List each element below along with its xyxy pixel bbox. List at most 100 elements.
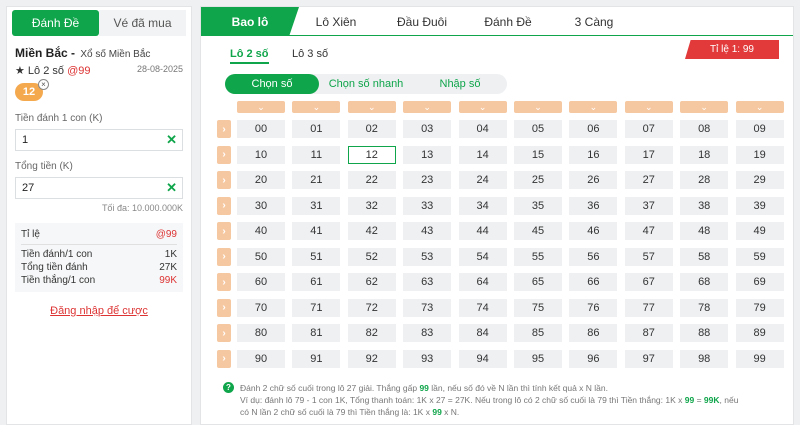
number-cell[interactable]: 44 bbox=[458, 222, 507, 240]
number-cell[interactable]: 79 bbox=[735, 298, 784, 317]
number-cell[interactable]: 14 bbox=[458, 145, 507, 164]
tab-lo-3-so[interactable]: Lô 3 số bbox=[292, 48, 328, 60]
row-select-button[interactable]: › bbox=[217, 273, 231, 291]
number-cell[interactable]: 38 bbox=[680, 196, 729, 215]
number-cell[interactable]: 75 bbox=[514, 298, 562, 317]
number-cell[interactable]: 00 bbox=[237, 120, 285, 138]
number-cell[interactable]: 95 bbox=[514, 349, 562, 368]
number-cell[interactable]: 65 bbox=[514, 273, 562, 291]
number-cell[interactable]: 24 bbox=[458, 171, 507, 189]
clear-amount-icon[interactable]: ✕ bbox=[166, 132, 177, 148]
number-cell[interactable]: 11 bbox=[292, 145, 341, 164]
number-cell[interactable]: 51 bbox=[292, 247, 341, 266]
number-cell[interactable]: 54 bbox=[458, 247, 507, 266]
number-cell[interactable]: 61 bbox=[292, 273, 341, 291]
row-select-button[interactable]: › bbox=[217, 349, 231, 368]
column-select-button[interactable]: ⌄ bbox=[403, 101, 452, 113]
number-cell[interactable]: 28 bbox=[680, 171, 729, 189]
number-cell[interactable]: 90 bbox=[237, 349, 285, 368]
number-cell[interactable]: 40 bbox=[237, 222, 285, 240]
number-cell[interactable]: 43 bbox=[403, 222, 452, 240]
number-cell[interactable]: 50 bbox=[237, 247, 285, 266]
row-select-button[interactable]: › bbox=[217, 145, 231, 164]
number-cell[interactable]: 73 bbox=[403, 298, 452, 317]
number-cell[interactable]: 01 bbox=[292, 120, 341, 138]
number-cell[interactable]: 89 bbox=[735, 324, 784, 342]
number-cell[interactable]: 13 bbox=[403, 145, 452, 164]
number-cell[interactable]: 47 bbox=[624, 222, 673, 240]
number-cell[interactable]: 41 bbox=[292, 222, 341, 240]
number-cell[interactable]: 84 bbox=[458, 324, 507, 342]
number-cell[interactable]: 21 bbox=[292, 171, 341, 189]
tab-3-cang[interactable]: 3 Càng bbox=[559, 7, 629, 36]
tab-dau-duoi[interactable]: Đầu Đuôi bbox=[387, 7, 457, 36]
number-cell[interactable]: 35 bbox=[514, 196, 562, 215]
number-cell[interactable]: 09 bbox=[735, 120, 784, 138]
tab-danh-de-right[interactable]: Đánh Đề bbox=[473, 7, 543, 36]
number-cell[interactable]: 03 bbox=[403, 120, 452, 138]
number-cell[interactable]: 05 bbox=[514, 120, 562, 138]
number-cell[interactable]: 17 bbox=[624, 145, 673, 164]
number-cell[interactable]: 39 bbox=[735, 196, 784, 215]
number-cell[interactable]: 58 bbox=[680, 247, 729, 266]
number-cell[interactable]: 08 bbox=[680, 120, 729, 138]
number-cell[interactable]: 66 bbox=[569, 273, 618, 291]
mode-nhap-so[interactable]: Nhập số bbox=[413, 74, 507, 94]
number-cell[interactable]: 46 bbox=[569, 222, 618, 240]
number-cell[interactable]: 62 bbox=[347, 273, 396, 291]
column-select-button[interactable]: ⌄ bbox=[680, 101, 729, 113]
mode-chon-so-nhanh[interactable]: Chọn số nhanh bbox=[319, 74, 413, 94]
number-cell[interactable]: 69 bbox=[735, 273, 784, 291]
number-cell[interactable]: 22 bbox=[347, 171, 396, 189]
number-cell[interactable]: 57 bbox=[624, 247, 673, 266]
total-input[interactable]: 27 ✕ bbox=[15, 177, 183, 199]
number-cell[interactable]: 68 bbox=[680, 273, 729, 291]
number-cell[interactable]: 04 bbox=[458, 120, 507, 138]
number-cell[interactable]: 48 bbox=[680, 222, 729, 240]
number-cell[interactable]: 63 bbox=[403, 273, 452, 291]
number-cell[interactable]: 34 bbox=[458, 196, 507, 215]
number-cell[interactable]: 10 bbox=[237, 145, 285, 164]
row-select-button[interactable]: › bbox=[217, 120, 231, 138]
number-cell[interactable]: 83 bbox=[403, 324, 452, 342]
column-select-button[interactable]: ⌄ bbox=[347, 101, 396, 113]
number-cell[interactable]: 88 bbox=[680, 324, 729, 342]
number-cell[interactable]: 59 bbox=[735, 247, 784, 266]
column-select-button[interactable]: ⌄ bbox=[514, 101, 562, 113]
clear-total-icon[interactable]: ✕ bbox=[166, 180, 177, 196]
number-cell[interactable]: 96 bbox=[569, 349, 618, 368]
number-cell[interactable]: 45 bbox=[514, 222, 562, 240]
number-cell[interactable]: 36 bbox=[569, 196, 618, 215]
number-cell[interactable]: 99 bbox=[735, 349, 784, 368]
number-cell[interactable]: 42 bbox=[347, 222, 396, 240]
number-cell[interactable]: 06 bbox=[569, 120, 618, 138]
number-cell[interactable]: 31 bbox=[292, 196, 341, 215]
number-cell[interactable]: 97 bbox=[624, 349, 673, 368]
row-select-button[interactable]: › bbox=[217, 324, 231, 342]
number-cell[interactable]: 72 bbox=[347, 298, 396, 317]
remove-number-icon[interactable]: × bbox=[38, 79, 49, 90]
number-cell[interactable]: 92 bbox=[347, 349, 396, 368]
number-cell[interactable]: 12 bbox=[347, 145, 396, 164]
tab-bao-lo[interactable]: Bao lô bbox=[201, 7, 299, 36]
number-cell[interactable]: 87 bbox=[624, 324, 673, 342]
tab-danh-de[interactable]: Đánh Đề bbox=[12, 10, 99, 36]
number-cell[interactable]: 52 bbox=[347, 247, 396, 266]
column-select-button[interactable]: ⌄ bbox=[292, 101, 341, 113]
number-cell[interactable]: 91 bbox=[292, 349, 341, 368]
number-cell[interactable]: 70 bbox=[237, 298, 285, 317]
number-cell[interactable]: 60 bbox=[237, 273, 285, 291]
number-cell[interactable]: 71 bbox=[292, 298, 341, 317]
number-cell[interactable]: 16 bbox=[569, 145, 618, 164]
row-select-button[interactable]: › bbox=[217, 222, 231, 240]
row-select-button[interactable]: › bbox=[217, 171, 231, 189]
number-cell[interactable]: 20 bbox=[237, 171, 285, 189]
number-cell[interactable]: 18 bbox=[680, 145, 729, 164]
number-cell[interactable]: 37 bbox=[624, 196, 673, 215]
number-cell[interactable]: 25 bbox=[514, 171, 562, 189]
number-cell[interactable]: 56 bbox=[569, 247, 618, 266]
number-cell[interactable]: 32 bbox=[347, 196, 396, 215]
number-cell[interactable]: 55 bbox=[514, 247, 562, 266]
tab-lo-2-so[interactable]: Lô 2 số bbox=[230, 48, 269, 64]
number-cell[interactable]: 80 bbox=[237, 324, 285, 342]
